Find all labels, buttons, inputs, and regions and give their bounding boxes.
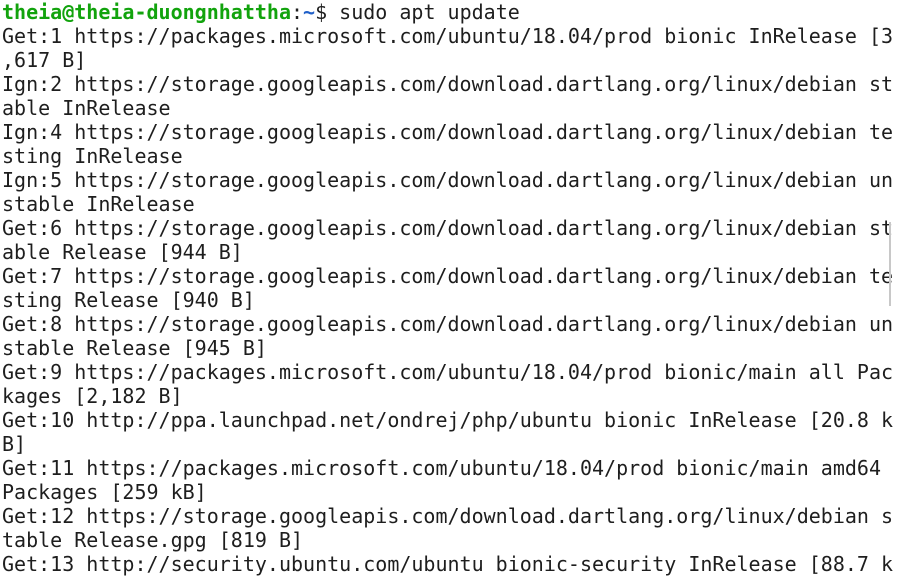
output-line: able Release [944 B] bbox=[2, 240, 243, 264]
output-line: Get:9 https://packages.microsoft.com/ubu… bbox=[2, 360, 894, 384]
output-line: stable Release [945 B] bbox=[2, 336, 267, 360]
output-line: kages [2,182 B] bbox=[2, 384, 183, 408]
output-line: ,617 B] bbox=[2, 48, 87, 72]
prompt-user-host: theia@theia-duongnhattha bbox=[2, 0, 291, 24]
output-line: Get:7 https://storage.googleapis.com/dow… bbox=[2, 264, 894, 288]
output-line: sting InRelease bbox=[2, 144, 183, 168]
output-line: Ign:4 https://storage.googleapis.com/dow… bbox=[2, 120, 894, 144]
output-line: sting Release [940 B] bbox=[2, 288, 255, 312]
output-line: Get:11 https://packages.microsoft.com/ub… bbox=[2, 456, 881, 480]
output-line: Get:6 https://storage.googleapis.com/dow… bbox=[2, 216, 894, 240]
output-line: stable InRelease bbox=[2, 192, 195, 216]
terminal-output: Get:1 https://packages.microsoft.com/ubu… bbox=[2, 24, 897, 576]
terminal-window[interactable]: theia@theia-duongnhattha:~$ sudo apt upd… bbox=[0, 0, 897, 580]
output-line: able InRelease bbox=[2, 96, 171, 120]
output-line: Get:12 https://storage.googleapis.com/do… bbox=[2, 504, 894, 528]
prompt-path: ~ bbox=[303, 0, 316, 24]
prompt-separator: : bbox=[290, 0, 304, 24]
prompt-command: sudo apt update bbox=[327, 0, 520, 24]
output-line: Get:1 https://packages.microsoft.com/ubu… bbox=[2, 24, 894, 48]
terminal-scrollbar[interactable] bbox=[889, 222, 891, 306]
output-line: Ign:2 https://storage.googleapis.com/dow… bbox=[2, 72, 894, 96]
output-line: table Release.gpg [819 B] bbox=[2, 528, 304, 552]
output-line: Ign:5 https://storage.googleapis.com/dow… bbox=[2, 168, 894, 192]
output-line: Get:8 https://storage.googleapis.com/dow… bbox=[2, 312, 894, 336]
prompt-symbol: $ bbox=[315, 0, 328, 24]
prompt-line: theia@theia-duongnhattha:~$ sudo apt upd… bbox=[2, 0, 897, 24]
output-line: Get:13 http://security.ubuntu.com/ubuntu… bbox=[2, 552, 894, 576]
output-line: Get:10 http://ppa.launchpad.net/ondrej/p… bbox=[2, 408, 894, 432]
output-line: Packages [259 kB] bbox=[2, 480, 207, 504]
output-line: B] bbox=[2, 432, 27, 456]
